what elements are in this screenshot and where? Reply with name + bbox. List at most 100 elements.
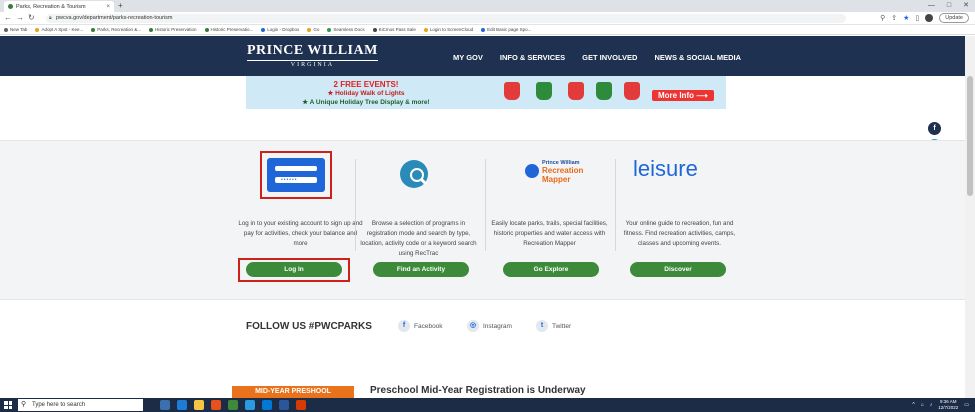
- notification-icon[interactable]: ▭: [964, 402, 969, 408]
- edge-icon[interactable]: [177, 400, 187, 410]
- bookmark-item[interactable]: Parks, Recreation &...: [91, 27, 141, 32]
- bookmark-favicon-icon: [204, 27, 209, 32]
- browser-tab[interactable]: Parks, Recreation & Tourism ×: [4, 1, 114, 12]
- window-controls: — □ ✕: [928, 0, 969, 12]
- bookmark-favicon-icon: [91, 27, 96, 32]
- bookmark-label: Edit Basic page Spo...: [487, 27, 532, 32]
- holiday-events-banner[interactable]: 2 FREE EVENTS! ★ Holiday Walk of Lights …: [246, 76, 726, 109]
- new-tab-button[interactable]: +: [118, 1, 123, 10]
- username-bar: [275, 166, 317, 171]
- bookmark-favicon-icon: [307, 27, 312, 32]
- login-card-icon: ••••••: [267, 158, 325, 192]
- side-panel-icon[interactable]: ▯: [915, 14, 919, 22]
- sweater-decoration: [536, 82, 552, 100]
- clock-date: 12/7/2022: [938, 405, 959, 410]
- reload-icon[interactable]: ↻: [28, 13, 35, 22]
- bookmark-star-icon[interactable]: ★: [903, 14, 909, 22]
- file-explorer-icon[interactable]: [194, 400, 204, 410]
- leisure-logo: leisure: [633, 156, 698, 181]
- bookmark-item[interactable]: Historic Preservation: [149, 27, 197, 32]
- more-info-button[interactable]: More Info ⟶: [652, 90, 714, 101]
- follow-instagram-link[interactable]: ◎ Instagram: [467, 320, 512, 332]
- back-arrow-icon[interactable]: ←: [4, 13, 12, 22]
- minimize-button[interactable]: —: [928, 0, 935, 12]
- tab-title: Parks, Recreation & Tourism: [16, 3, 86, 10]
- discover-button[interactable]: Discover: [630, 262, 726, 277]
- taskbar-apps: [160, 400, 306, 410]
- page-scrollbar[interactable]: [965, 36, 975, 398]
- share-icon[interactable]: ⇪: [891, 14, 897, 22]
- tab-close-icon[interactable]: ×: [106, 4, 110, 10]
- address-bar[interactable]: 🔒︎ pwcva.gov/department/parks-recreation…: [46, 14, 846, 23]
- main-nav: MY GOV INFO & SERVICES GET INVOLVED NEWS…: [453, 53, 741, 62]
- service-description: Log in to your existing account to sign …: [238, 220, 363, 247]
- browser-tab-strip: Parks, Recreation & Tourism × + — □ ✕: [0, 0, 975, 12]
- task-view-icon[interactable]: [160, 400, 170, 410]
- nav-info-services[interactable]: INFO & SERVICES: [500, 53, 565, 62]
- taskbar-search[interactable]: ⚲ Type here to search: [18, 399, 143, 411]
- link-label: Facebook: [414, 322, 443, 330]
- mapper-logo-line-3: Mapper: [542, 175, 571, 184]
- bookmark-item[interactable]: Seamless Docs: [327, 27, 365, 32]
- site-favicon-icon: [8, 4, 13, 9]
- bookmark-label: Go: [313, 27, 320, 32]
- service-column-activity: Browse a selection of programs in regist…: [356, 213, 481, 259]
- go-explore-button[interactable]: Go Explore: [503, 262, 599, 277]
- search-icon: ⚲: [21, 401, 27, 408]
- password-bar: ••••••: [275, 177, 317, 183]
- log-in-button[interactable]: Log In: [246, 262, 342, 277]
- forward-arrow-icon[interactable]: →: [16, 13, 24, 22]
- nav-my-gov[interactable]: MY GOV: [453, 53, 483, 62]
- profile-avatar[interactable]: [925, 14, 934, 22]
- bookmarks-bar: New Tab Adopt A Spot - Kee... Parks, Recre…: [0, 25, 975, 35]
- close-window-button[interactable]: ✕: [963, 0, 969, 12]
- bookmark-item[interactable]: New Tab: [4, 27, 27, 32]
- clock[interactable]: 9:36 AM 12/7/2022: [938, 399, 958, 411]
- banner-headline: 2 FREE EVENTS!: [333, 80, 399, 89]
- scrollbar-thumb[interactable]: [967, 76, 973, 196]
- prince-william-logo[interactable]: PRINCE WILLIAM VIRGINIA: [247, 43, 378, 68]
- office-icon[interactable]: [211, 400, 221, 410]
- nav-get-involved[interactable]: GET INVOLVED: [582, 53, 637, 62]
- tray-chevron-icon[interactable]: ^: [912, 402, 914, 408]
- outlook-icon[interactable]: [262, 400, 272, 410]
- follow-twitter-link[interactable]: t Twitter: [536, 320, 571, 332]
- divider: [615, 159, 616, 251]
- update-button[interactable]: Update: [939, 13, 969, 23]
- nav-news-social[interactable]: NEWS & SOCIAL MEDIA: [654, 53, 741, 62]
- mapper-logo-icon: [525, 164, 539, 178]
- preschool-tag[interactable]: MID-YEAR PRESHOOL: [232, 386, 354, 398]
- sweater-decoration: [504, 82, 520, 100]
- bookmark-favicon-icon: [261, 27, 266, 32]
- bookmark-favicon-icon: [423, 27, 428, 32]
- windows-start-icon[interactable]: [4, 401, 12, 409]
- bookmark-item[interactable]: Login to ScreenCloud: [423, 27, 473, 32]
- system-tray: ^ ⌂ ♪ 9:36 AM 12/7/2022 ▭: [912, 398, 969, 412]
- app-icon[interactable]: [245, 400, 255, 410]
- bookmark-item[interactable]: Go: [307, 27, 319, 32]
- bookmark-item[interactable]: Edit Basic page Spo...: [481, 27, 531, 32]
- preschool-title[interactable]: Preschool Mid-Year Registration is Under…: [370, 385, 586, 396]
- bookmark-favicon-icon: [327, 27, 332, 32]
- service-description: Browse a selection of programs in regist…: [360, 220, 477, 257]
- word-icon[interactable]: [279, 400, 289, 410]
- sweater-decoration: [568, 82, 584, 100]
- services-section: Log in to your existing account to sign …: [0, 140, 965, 300]
- chrome-icon[interactable]: [228, 400, 238, 410]
- find-activity-button[interactable]: Find an Activity: [373, 262, 469, 277]
- bookmark-label: Historic Preservation: [155, 27, 197, 32]
- acrobat-icon[interactable]: [296, 400, 306, 410]
- maximize-button[interactable]: □: [947, 0, 951, 12]
- bookmark-item[interactable]: Login - Dropbox: [261, 27, 299, 32]
- follow-facebook-link[interactable]: f Facebook: [398, 320, 443, 332]
- facebook-icon[interactable]: f: [928, 122, 941, 135]
- bookmark-item[interactable]: KiCmos Pass Sale: [372, 27, 416, 32]
- sweater-decoration: [596, 82, 612, 100]
- volume-icon[interactable]: ♪: [930, 402, 933, 408]
- network-icon[interactable]: ⌂: [921, 402, 924, 408]
- bookmark-label: KiCmos Pass Sale: [378, 27, 416, 32]
- zoom-icon[interactable]: ⚲: [880, 14, 885, 22]
- banner-line-3: ★ A Unique Holiday Tree Display & more!: [302, 99, 430, 106]
- bookmark-item[interactable]: Adopt A Spot - Kee...: [35, 27, 83, 32]
- bookmark-item[interactable]: Historic Preservatio...: [204, 27, 253, 32]
